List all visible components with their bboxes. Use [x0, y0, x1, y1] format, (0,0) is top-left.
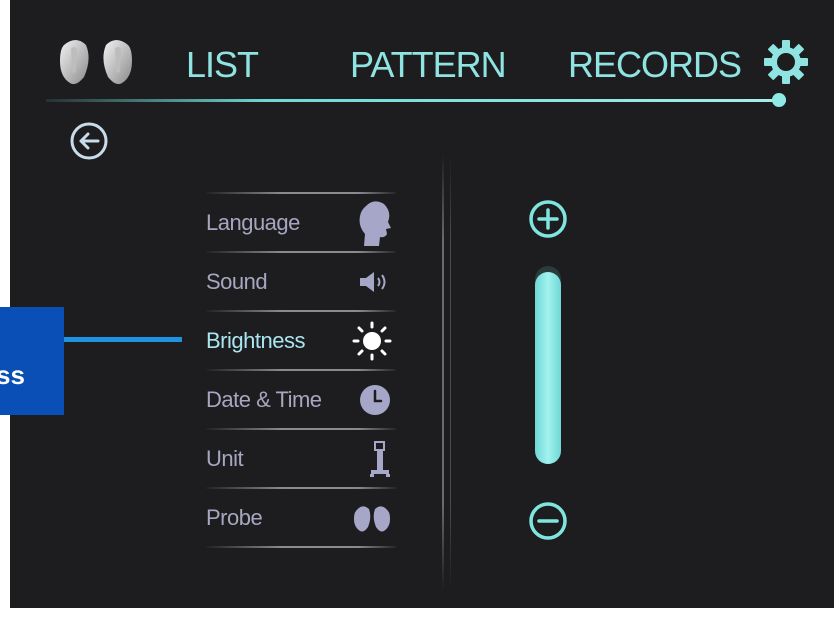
menu-divider: [206, 546, 396, 548]
device-cart-icon: [368, 440, 392, 478]
menu-item-brightness[interactable]: Brightness: [206, 312, 396, 369]
back-arrow-icon[interactable]: [68, 120, 110, 167]
probe-pair-icon: [54, 37, 138, 94]
menu-item-unit[interactable]: Unit: [206, 430, 396, 487]
probe-icon: [352, 503, 392, 533]
vertical-divider: [450, 155, 451, 590]
clock-icon: [358, 383, 392, 417]
head-profile-icon: [358, 200, 392, 246]
menu-item-label: Language: [206, 209, 300, 235]
tab-pattern[interactable]: PATTERN: [350, 44, 507, 86]
vertical-divider: [442, 155, 444, 590]
menu-item-probe[interactable]: Probe: [206, 489, 396, 546]
menu-item-label: Date & Time: [206, 386, 322, 412]
callout-pointer-line: [64, 337, 182, 342]
settings-menu: Language Sound Brightness Date & Time Un…: [206, 192, 396, 548]
menu-item-language[interactable]: Language: [206, 194, 396, 251]
menu-item-label: Brightness: [206, 327, 305, 353]
gear-icon[interactable]: [762, 38, 810, 91]
sun-icon: [352, 321, 392, 361]
speaker-icon: [358, 270, 392, 294]
settings-screen: LIST PATTERN RECORDS Language Sound Brig…: [10, 0, 834, 608]
menu-item-label: Probe: [206, 504, 263, 530]
callout-label: ss: [0, 360, 25, 390]
plus-circle-icon[interactable]: [527, 198, 569, 245]
menu-item-sound[interactable]: Sound: [206, 253, 396, 310]
nav-indicator-dot: [772, 93, 786, 107]
brightness-slider[interactable]: [535, 266, 561, 464]
menu-item-label: Unit: [206, 445, 244, 471]
menu-item-date-time[interactable]: Date & Time: [206, 371, 396, 428]
tab-list[interactable]: LIST: [186, 44, 259, 86]
nav-underline: [46, 99, 786, 102]
minus-circle-icon[interactable]: [527, 500, 569, 547]
brightness-slider-fill: [535, 271, 561, 464]
menu-item-label: Sound: [206, 268, 268, 294]
tab-records[interactable]: RECORDS: [568, 44, 742, 86]
